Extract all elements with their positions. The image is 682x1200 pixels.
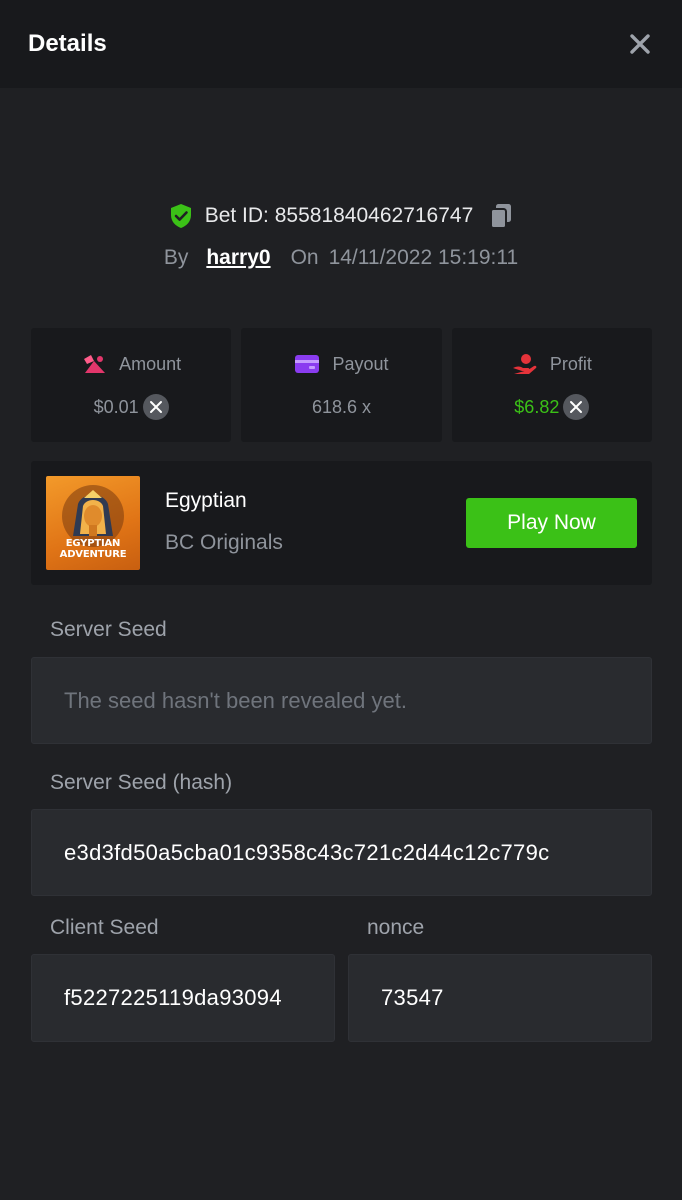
game-thumb-text: EGYPTIAN ADVENTURE [59, 538, 127, 560]
amount-bag-icon [81, 353, 107, 375]
server-seed-field[interactable]: The seed hasn't been revealed yet. [31, 657, 652, 744]
server-seed-hash-label: Server Seed (hash) [50, 771, 233, 794]
profit-hand-icon [512, 352, 538, 376]
bet-stats: Amount $0.01 Payout 618.6 x Profit $6.82 [31, 328, 652, 442]
payout-label: Payout [332, 353, 389, 374]
page-title: Details [28, 30, 107, 57]
payout-card-icon [294, 353, 320, 375]
amount-label: Amount [119, 353, 182, 374]
client-seed-label: Client Seed [50, 916, 159, 939]
on-label: On [290, 246, 319, 269]
profit-label: Profit [549, 353, 592, 374]
profit-card: Profit $6.82 [451, 328, 652, 442]
amount-card: Amount $0.01 [31, 328, 232, 442]
bet-id-row: Bet ID: 85581840462716747 [169, 196, 514, 236]
payout-card: Payout 618.6 x [241, 328, 442, 442]
game-card: EGYPTIAN ADVENTURE Egyptian BC Originals… [31, 461, 652, 585]
bet-info: Bet ID: 85581840462716747 By harry0 On 1… [0, 196, 682, 278]
verified-shield-icon [169, 203, 193, 229]
client-seed-field[interactable]: f5227225119da93094 [31, 954, 335, 1042]
server-seed-hash-field[interactable]: e3d3fd50a5cba01c9358c43c721c2d44c12c779c [31, 809, 652, 896]
username-link[interactable]: harry0 [206, 246, 270, 270]
nonce-field[interactable]: 73547 [348, 954, 652, 1042]
details-header: Details [0, 0, 682, 88]
currency-coin-icon [563, 394, 590, 420]
copy-icon [490, 204, 512, 229]
by-label: By [163, 246, 189, 269]
close-icon [630, 34, 650, 54]
amount-value: $0.01 [93, 396, 139, 417]
bet-id: Bet ID: 85581840462716747 [204, 204, 474, 227]
bet-meta-row: By harry0 On 14/11/2022 15:19:11 [164, 238, 518, 278]
close-button[interactable] [626, 30, 654, 58]
copy-button[interactable] [489, 203, 513, 229]
bet-datetime: 14/11/2022 15:19:11 [328, 246, 519, 269]
server-seed-label: Server Seed [50, 618, 167, 641]
game-provider: BC Originals [165, 531, 283, 554]
game-name: Egyptian [165, 489, 247, 512]
profit-value: $6.82 [514, 396, 560, 417]
game-thumbnail[interactable]: EGYPTIAN ADVENTURE [46, 476, 140, 570]
play-now-button[interactable]: Play Now [466, 498, 637, 548]
payout-value: 618.6 x [311, 396, 372, 417]
currency-coin-icon [142, 394, 169, 420]
nonce-label: nonce [367, 916, 425, 939]
